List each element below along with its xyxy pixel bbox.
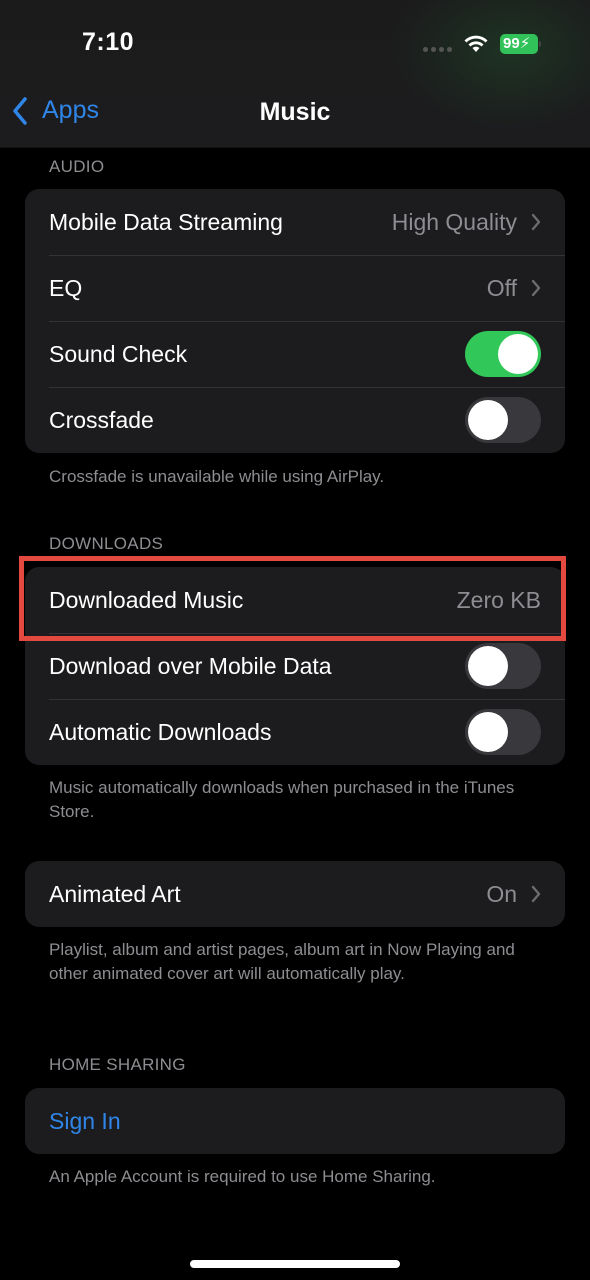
row-label: Crossfade bbox=[49, 406, 154, 433]
audio-footer: Crossfade is unavailable while using Air… bbox=[49, 467, 385, 486]
animated-art-group: Animated Art On bbox=[25, 861, 565, 927]
downloaded-music-row[interactable]: Downloaded Music Zero KB bbox=[25, 567, 565, 633]
audio-group: Mobile Data Streaming High Quality EQ Of… bbox=[25, 189, 565, 453]
toggle-knob bbox=[468, 646, 508, 686]
wifi-icon bbox=[464, 35, 488, 52]
chevron-right-icon bbox=[531, 213, 541, 231]
row-label: Downloaded Music bbox=[49, 586, 244, 613]
row-label: Download over Mobile Data bbox=[49, 652, 332, 679]
animated-art-row[interactable]: Animated Art On bbox=[25, 861, 565, 927]
row-label: Mobile Data Streaming bbox=[49, 208, 283, 235]
home-indicator[interactable] bbox=[190, 1260, 400, 1268]
eq-row[interactable]: EQ Off bbox=[25, 255, 565, 321]
row-value: High Quality bbox=[391, 208, 517, 235]
downloads-footer: Music automatically downloads when purch… bbox=[49, 778, 515, 821]
cellular-signal-icon bbox=[423, 47, 452, 52]
downloads-group: Downloaded Music Zero KB Download over M… bbox=[25, 567, 565, 765]
chevron-right-icon bbox=[531, 885, 541, 903]
animated-art-footer: Playlist, album and artist pages, album … bbox=[49, 940, 515, 983]
section-header-home-sharing: HOME SHARING bbox=[49, 1055, 186, 1074]
row-value: On bbox=[486, 880, 517, 907]
mobile-data-streaming-row[interactable]: Mobile Data Streaming High Quality bbox=[25, 189, 565, 255]
download-over-mobile-data-row: Download over Mobile Data bbox=[25, 633, 565, 699]
battery-level: 99 bbox=[503, 35, 520, 52]
automatic-downloads-row: Automatic Downloads bbox=[25, 699, 565, 765]
row-label: Sound Check bbox=[49, 340, 188, 367]
home-sharing-group: Sign In bbox=[25, 1088, 565, 1154]
chevron-right-icon bbox=[531, 279, 541, 297]
sound-check-toggle[interactable] bbox=[465, 331, 541, 377]
sign-in-link[interactable]: Sign In bbox=[49, 1108, 541, 1135]
toggle-knob bbox=[468, 712, 508, 752]
charging-bolt-icon: ⚡ bbox=[519, 35, 531, 52]
section-header-downloads: DOWNLOADS bbox=[49, 534, 164, 553]
row-value: Zero KB bbox=[456, 586, 541, 613]
sound-check-row: Sound Check bbox=[25, 321, 565, 387]
sign-in-row[interactable]: Sign In bbox=[25, 1088, 565, 1154]
crossfade-toggle[interactable] bbox=[465, 397, 541, 443]
page-title: Music bbox=[259, 98, 331, 126]
crossfade-row: Crossfade bbox=[25, 387, 565, 453]
battery-indicator: 99⚡ bbox=[500, 34, 538, 54]
row-label: Automatic Downloads bbox=[49, 718, 272, 745]
toggle-knob bbox=[468, 400, 508, 440]
row-value: Off bbox=[486, 274, 517, 301]
status-time: 7:10 bbox=[82, 28, 135, 56]
row-label: EQ bbox=[49, 274, 83, 301]
download-over-mobile-data-toggle[interactable] bbox=[465, 643, 541, 689]
section-header-audio: AUDIO bbox=[49, 157, 105, 176]
automatic-downloads-toggle[interactable] bbox=[465, 709, 541, 755]
row-label: Animated Art bbox=[49, 880, 181, 907]
battery-tip bbox=[539, 41, 541, 47]
navigation-header: 7:10 99⚡ Apps Music bbox=[0, 0, 590, 148]
toggle-knob bbox=[498, 334, 538, 374]
home-sharing-footer: An Apple Account is required to use Home… bbox=[49, 1167, 436, 1186]
